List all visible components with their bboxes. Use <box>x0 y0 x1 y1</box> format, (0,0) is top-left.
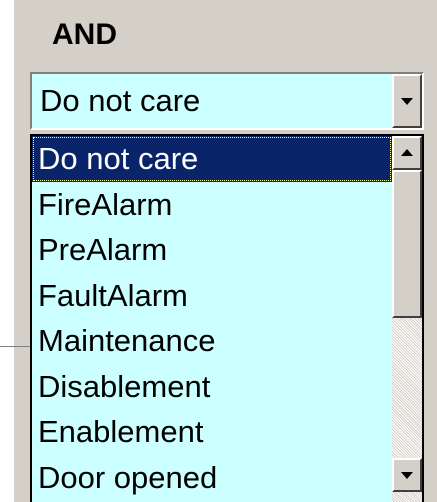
dropdown-list[interactable]: Do not care FireAlarm PreAlarm FaultAlar… <box>30 134 424 502</box>
condition-combobox[interactable]: Do not care <box>30 72 424 130</box>
list-item-prealarm[interactable]: PreAlarm <box>32 227 392 273</box>
group-label: AND <box>52 18 117 51</box>
list-item-disablement[interactable]: Disablement <box>32 364 392 410</box>
scroll-up-arrow-icon <box>401 149 413 156</box>
list-item-do-not-care[interactable]: Do not care <box>32 136 392 182</box>
scroll-up-button[interactable] <box>392 136 422 170</box>
scroll-down-button[interactable] <box>392 458 422 492</box>
list-item-door-opened[interactable]: Door opened <box>32 455 392 501</box>
list-item-maintenance[interactable]: Maintenance <box>32 318 392 364</box>
scroll-thumb[interactable] <box>392 170 422 318</box>
list-item-faultalarm[interactable]: FaultAlarm <box>32 273 392 319</box>
list-item-enablement[interactable]: Enablement <box>32 409 392 455</box>
list-item-firealarm[interactable]: FireAlarm <box>32 182 392 228</box>
scroll-down-arrow-icon <box>401 472 413 479</box>
screen: AND Do not care Do not care FireAlarm Pr… <box>0 0 437 502</box>
option-list: Do not care FireAlarm PreAlarm FaultAlar… <box>32 136 392 502</box>
dropdown-button[interactable] <box>392 74 422 128</box>
chevron-down-icon <box>401 98 413 105</box>
divider <box>0 346 30 347</box>
combobox-value: Do not care <box>40 83 201 118</box>
left-panel-edge <box>0 0 14 502</box>
vertical-scrollbar[interactable] <box>392 136 422 502</box>
